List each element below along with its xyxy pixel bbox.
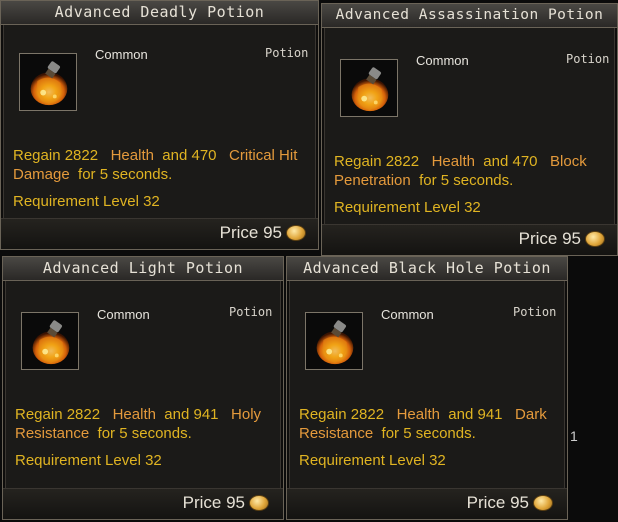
desc-duration: for 5 seconds. [381,425,476,442]
price-bar: Price 95 [1,218,318,249]
requirement-level: Requirement Level 32 [299,452,446,469]
desc-regain: Regain 2822 [334,153,420,170]
price-bar: Price 95 [287,488,567,519]
requirement-level: Requirement Level 32 [334,199,481,216]
coin-icon [533,495,553,511]
desc-stat: Holy [231,406,262,423]
item-tooltip-advanced-black-hole-potion: Advanced Black Hole Potion Common Potion… [286,256,568,520]
desc-stat: Block [550,153,587,170]
price-label: Price 95 [518,229,581,248]
desc-duration: for 5 seconds. [97,425,192,442]
item-type: Potion [513,305,557,319]
item-type: Potion [265,46,309,60]
desc-regain: Regain 2822 [15,406,101,423]
item-tooltip-advanced-light-potion: Advanced Light Potion Common Potion Rega… [2,256,284,520]
requirement-level: Requirement Level 32 [13,193,160,210]
coin-icon [585,231,605,247]
desc-amount: and 941 [448,406,503,423]
item-description: Regain 2822 Health and 941 Dark Resistan… [299,405,567,443]
desc-stat-cont: Damage [13,166,70,183]
desc-health: Health [112,406,156,423]
price-label: Price 95 [182,493,245,512]
price-label: Price 95 [219,223,282,242]
desc-stat-cont: Resistance [15,425,90,442]
desc-regain: Regain 2822 [299,406,385,423]
yellow-potion-icon [305,312,363,370]
item-title: Advanced Assassination Potion [322,4,617,28]
desc-duration: for 5 seconds. [419,172,514,189]
item-title: Advanced Black Hole Potion [287,257,567,281]
price-bar: Price 95 [322,224,617,255]
item-tooltip-advanced-assassination-potion: Advanced Assassination Potion Common Pot… [321,3,618,256]
item-description: Regain 2822 Health and 470 Critical Hit … [13,146,313,184]
item-title: Advanced Deadly Potion [1,1,318,25]
item-rarity: Common [95,47,148,62]
price-label: Price 95 [466,493,529,512]
desc-duration: for 5 seconds. [78,166,173,183]
desc-stat-cont: Penetration [334,172,411,189]
item-type: Potion [566,52,610,66]
item-title: Advanced Light Potion [3,257,283,281]
yellow-potion-icon [21,312,79,370]
item-description: Regain 2822 Health and 941 Holy Resistan… [15,405,283,443]
price-bar: Price 95 [3,488,283,519]
yellow-potion-icon [19,53,77,111]
desc-health: Health [110,147,154,164]
item-rarity: Common [416,53,469,68]
desc-amount: and 470 [162,147,217,164]
item-description: Regain 2822 Health and 470 Block Penetra… [334,152,614,190]
item-rarity: Common [97,307,150,322]
item-rarity: Common [381,307,434,322]
desc-stat: Dark [515,406,547,423]
desc-health: Health [396,406,440,423]
background-fragment-text: 1 [570,428,578,444]
desc-regain: Regain 2822 [13,147,99,164]
item-type: Potion [229,305,273,319]
desc-stat-cont: Resistance [299,425,374,442]
desc-stat: Critical Hit [229,147,298,164]
desc-health: Health [431,153,475,170]
coin-icon [249,495,269,511]
requirement-level: Requirement Level 32 [15,452,162,469]
yellow-potion-icon [340,59,398,117]
desc-amount: and 941 [164,406,219,423]
desc-amount: and 470 [483,153,538,170]
coin-icon [286,225,306,241]
item-tooltip-advanced-deadly-potion: Advanced Deadly Potion Common Potion Reg… [0,0,319,250]
